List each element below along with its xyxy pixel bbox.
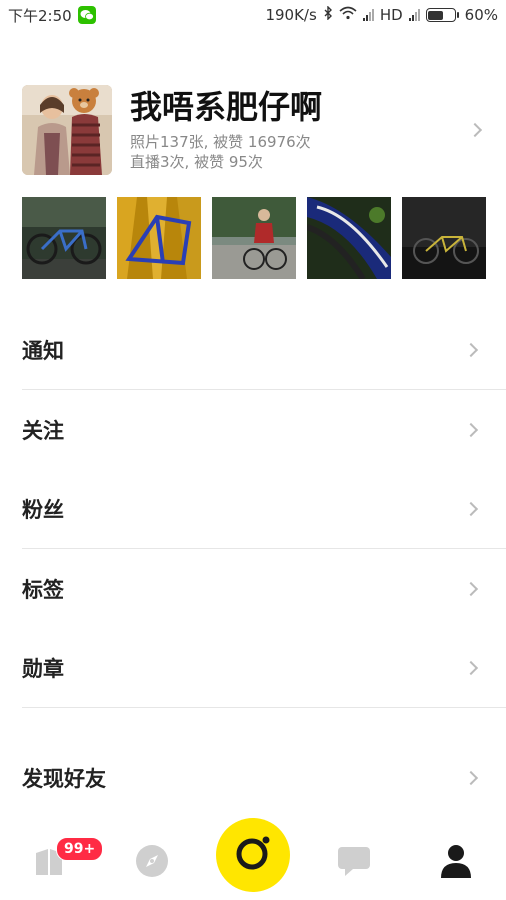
menu-spacer — [0, 708, 506, 738]
bluetooth-icon — [323, 5, 333, 24]
photo-strip — [22, 197, 486, 279]
menu-item-notifications[interactable]: 通知 — [0, 310, 506, 389]
battery-percent: 60% — [464, 6, 498, 24]
camera-button[interactable] — [216, 818, 290, 892]
photo-thumbnail[interactable] — [402, 197, 486, 279]
chevron-right-icon — [463, 342, 479, 357]
status-left: 下午2:50 — [8, 5, 96, 26]
photo-thumbnail[interactable] — [117, 197, 201, 279]
menu-item-label: 标签 — [22, 577, 64, 602]
menu-item-label: 通知 — [22, 338, 64, 363]
menu-item-badges[interactable]: 勋章 — [0, 628, 506, 707]
person-icon — [440, 844, 472, 882]
photo-stats: 照片137张, 被赞 16976次 — [130, 133, 311, 151]
menu-item-followers[interactable]: 粉丝 — [0, 469, 506, 548]
profile-name: 我唔系肥仔啊 — [130, 88, 323, 126]
photo-thumbnail[interactable] — [212, 197, 296, 279]
photo-thumbnail[interactable] — [22, 197, 106, 279]
wifi-icon — [339, 6, 357, 24]
menu-item-find-friends[interactable]: 发现好友 — [0, 738, 506, 817]
network-type: HD — [379, 6, 403, 24]
signal-icon-2 — [408, 9, 420, 21]
battery-icon — [425, 8, 459, 22]
live-stats: 直播3次, 被赞 95次 — [130, 153, 263, 171]
chevron-right-icon — [463, 770, 479, 785]
chevron-right-icon — [467, 122, 483, 138]
bottom-nav: 99+ — [0, 815, 506, 900]
network-speed: 190K/s — [265, 6, 317, 24]
photo-thumbnail[interactable] — [307, 197, 391, 279]
notification-badge: 99+ — [56, 837, 104, 861]
profile-header[interactable]: 我唔系肥仔啊 照片137张, 被赞 16976次 直播3次, 被赞 95次 — [22, 84, 492, 176]
menu-item-tags[interactable]: 标签 — [0, 549, 506, 628]
wechat-icon — [77, 6, 96, 24]
chevron-right-icon — [463, 501, 479, 516]
status-time: 下午2:50 — [8, 6, 72, 25]
compass-icon — [135, 844, 169, 882]
menu-item-label: 关注 — [22, 418, 64, 443]
nav-discover[interactable] — [132, 843, 172, 883]
menu-item-label: 勋章 — [22, 656, 64, 681]
signal-icon — [362, 9, 374, 21]
message-icon — [337, 845, 371, 881]
chevron-right-icon — [463, 581, 479, 596]
menu-item-label: 发现好友 — [22, 766, 106, 791]
menu-item-following[interactable]: 关注 — [0, 390, 506, 469]
menu-list: 通知 关注 粉丝 标签 勋章 发现好友 — [0, 310, 506, 817]
status-right: 190K/s HD 60% — [265, 5, 498, 24]
chevron-right-icon — [463, 422, 479, 437]
chevron-right-icon — [463, 660, 479, 675]
camera-icon — [233, 833, 273, 877]
menu-item-label: 粉丝 — [22, 497, 64, 522]
profile-info: 我唔系肥仔啊 照片137张, 被赞 16976次 直播3次, 被赞 95次 — [130, 88, 470, 172]
avatar[interactable] — [22, 85, 112, 175]
status-bar: 下午2:50 190K/s HD 60% — [0, 0, 506, 30]
nav-messages[interactable] — [334, 843, 374, 883]
nav-profile[interactable] — [436, 843, 476, 883]
